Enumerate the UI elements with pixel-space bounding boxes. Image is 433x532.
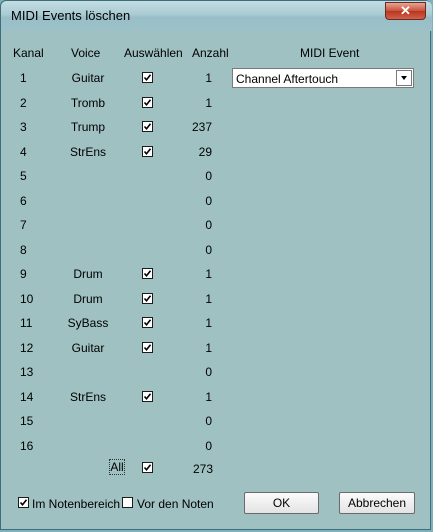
kanal-cell: 13: [20, 365, 34, 379]
check-icon: [143, 393, 152, 401]
select-checkbox[interactable]: [142, 146, 153, 157]
header-midi-event: MIDI Event: [300, 46, 360, 60]
close-button[interactable]: ✕: [385, 2, 426, 20]
anzahl-cell: 1: [205, 267, 212, 281]
select-checkbox[interactable]: [142, 97, 153, 108]
chevron-down-icon: [401, 76, 407, 80]
voice-cell: StrEns: [69, 145, 106, 159]
kanal-cell: 15: [20, 414, 34, 428]
im-notenbereich-checkbox[interactable]: [18, 497, 29, 508]
all-checkbox[interactable]: [142, 462, 153, 473]
dropdown-arrow-button[interactable]: [396, 70, 412, 86]
kanal-cell: 10: [20, 292, 34, 306]
close-icon: ✕: [400, 3, 411, 18]
anzahl-cell: 0: [205, 243, 212, 257]
check-icon: [143, 123, 152, 131]
ok-button[interactable]: OK: [244, 492, 319, 514]
check-icon: [143, 99, 152, 107]
check-icon: [143, 148, 152, 156]
kanal-cell: 2: [20, 96, 27, 110]
anzahl-cell: 1: [205, 390, 212, 404]
voice-cell: Trump: [70, 120, 106, 134]
check-icon: [143, 270, 152, 278]
kanal-cell: 7: [20, 218, 27, 232]
voice-cell: Guitar: [71, 71, 105, 85]
voice-cell: SyBass: [67, 316, 109, 330]
select-checkbox[interactable]: [142, 391, 153, 402]
midi-event-selected: Channel Aftertouch: [236, 72, 339, 86]
all-label: All: [110, 460, 124, 474]
kanal-cell: 6: [20, 194, 27, 208]
anzahl-cell: 0: [205, 439, 212, 453]
select-checkbox[interactable]: [142, 121, 153, 132]
voice-cell: StrEns: [69, 390, 106, 404]
check-icon: [143, 319, 152, 327]
kanal-cell: 16: [20, 439, 34, 453]
kanal-cell: 5: [20, 169, 27, 183]
anzahl-cell: 0: [205, 218, 212, 232]
voice-cell: Guitar: [71, 341, 105, 355]
select-checkbox[interactable]: [142, 293, 153, 304]
cancel-button[interactable]: Abbrechen: [339, 492, 415, 514]
vor-den-noten-checkbox[interactable]: [122, 497, 133, 508]
select-checkbox[interactable]: [142, 268, 153, 279]
anzahl-cell: 29: [198, 145, 212, 159]
midi-event-dropdown[interactable]: Channel Aftertouch: [232, 68, 414, 88]
kanal-cell: 4: [20, 145, 27, 159]
title-bar[interactable]: MIDI Events löschen ✕: [1, 1, 432, 31]
anzahl-cell: 0: [205, 169, 212, 183]
im-notenbereich-label: Im Notenbereich: [32, 497, 121, 511]
check-icon: [19, 499, 28, 507]
check-icon: [143, 464, 152, 472]
header-auswaehlen: Auswählen: [124, 46, 183, 60]
check-icon: [143, 344, 152, 352]
anzahl-cell: 1: [205, 316, 212, 330]
vor-den-noten-label: Vor den Noten: [137, 497, 214, 511]
check-icon: [143, 295, 152, 303]
kanal-cell: 8: [20, 243, 27, 257]
window-title: MIDI Events löschen: [11, 8, 131, 23]
kanal-cell: 11: [20, 316, 33, 330]
select-checkbox[interactable]: [142, 317, 153, 328]
kanal-cell: 3: [20, 120, 27, 134]
kanal-cell: 9: [20, 267, 27, 281]
anzahl-cell: 237: [191, 120, 212, 134]
kanal-cell: 1: [20, 71, 27, 85]
anzahl-cell: 0: [205, 365, 212, 379]
anzahl-cell: 1: [205, 71, 212, 85]
voice-cell: Tromb: [70, 96, 106, 110]
voice-cell: Drum: [73, 267, 103, 281]
anzahl-cell: 0: [205, 194, 212, 208]
anzahl-cell: 1: [205, 292, 212, 306]
check-icon: [143, 74, 152, 82]
header-voice: Voice: [71, 46, 101, 60]
anzahl-cell: 0: [205, 414, 212, 428]
all-total: 273: [193, 462, 214, 476]
anzahl-cell: 1: [205, 96, 212, 110]
select-checkbox[interactable]: [142, 342, 153, 353]
kanal-cell: 14: [20, 390, 34, 404]
header-kanal: Kanal: [13, 46, 44, 60]
voice-cell: Drum: [73, 292, 103, 306]
header-anzahl: Anzahl: [192, 46, 229, 60]
all-label-box: All: [109, 459, 125, 475]
anzahl-cell: 1: [205, 341, 212, 355]
select-checkbox[interactable]: [142, 72, 153, 83]
kanal-cell: 12: [20, 341, 34, 355]
